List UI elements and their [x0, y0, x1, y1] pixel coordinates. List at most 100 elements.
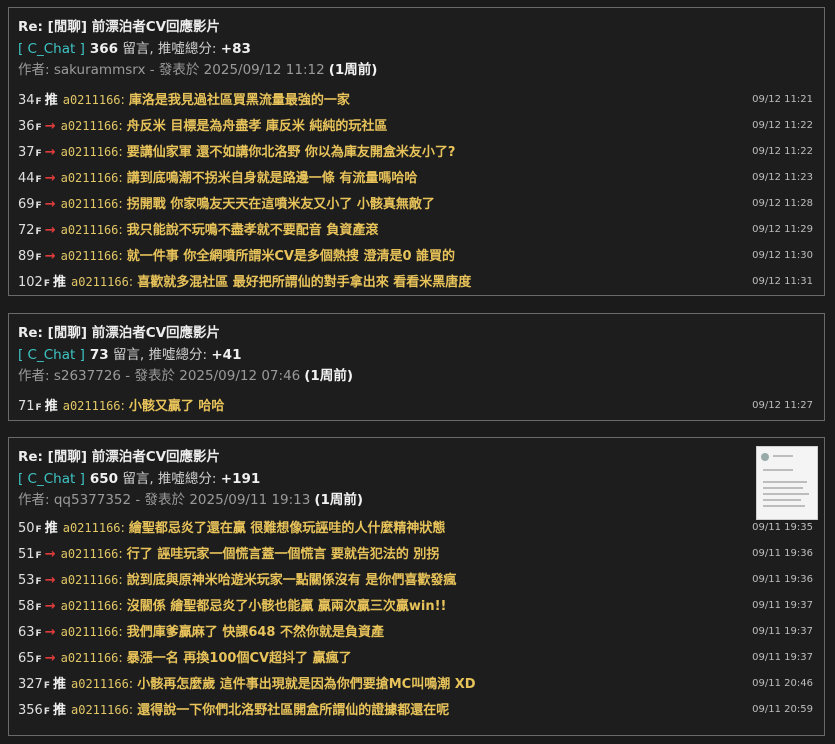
user-id[interactable]: a0211166 — [61, 119, 119, 133]
user-id[interactable]: a0211166 — [61, 547, 119, 561]
thread-card[interactable]: Re: [閒聊] 前漂泊者CV回應影片 [ C_Chat ] 366 留言, 推噓… — [8, 7, 825, 296]
user-id[interactable]: a0211166 — [63, 93, 121, 107]
floor-number[interactable]: 71F — [18, 399, 45, 414]
push-content: 拐開戰 你家鳴友天天在這噴米友又小了 小骸真無敵了 — [126, 197, 435, 212]
user-id[interactable]: a0211166 — [61, 223, 119, 237]
push-time: 09/11 19:35 — [752, 522, 813, 533]
user-id[interactable]: a0211166 — [61, 249, 119, 263]
push-tag: 推 — [52, 275, 66, 290]
author-info: 作者: sakurammsrx - 發表於 2025/09/12 11:12 — [18, 62, 325, 78]
comment-label: 留言, 推噓總分: — [122, 471, 217, 487]
push-time: 09/11 19:37 — [752, 600, 813, 611]
floor-number[interactable]: 72F — [18, 223, 45, 238]
push-time: 09/12 11:27 — [752, 400, 813, 411]
board-tag[interactable]: [ C_Chat ] — [18, 347, 85, 363]
push-tag: → — [44, 197, 56, 212]
push-row: 44F → a0211166: 講到底鳴潮不拐米自身就是路邊一條 有流量嗎哈哈 09/1… — [18, 165, 815, 191]
push-list: 50F 推 a0211166: 繪聖都忌炎了還在贏 很難想像玩誣哇的人什麼精神狀態 09… — [9, 511, 824, 723]
thread-title[interactable]: Re: [閒聊] 前漂泊者CV回應影片 — [18, 322, 815, 344]
push-list: 34F 推 a0211166: 庫洛是我見過社區買黑流量最強的一家 09/12 11:2… — [9, 81, 824, 295]
user-id[interactable]: a0211166 — [61, 625, 119, 639]
thread-card[interactable]: Re: [閒聊] 前漂泊者CV回應影片 [ C_Chat ] 650 留言, 推噓… — [8, 437, 825, 736]
push-tag: 推 — [52, 703, 66, 718]
user-id[interactable]: a0211166 — [63, 399, 121, 413]
board-tag[interactable]: [ C_Chat ] — [18, 471, 85, 487]
push-content: 舟反米 目標是為舟盡孝 庫反米 純純的玩社區 — [126, 119, 388, 134]
push-row: 89F → a0211166: 就一件事 你全網噴所謂米CV是多個熱搜 澄清是0 誰買… — [18, 243, 815, 269]
board-tag[interactable]: [ C_Chat ] — [18, 41, 85, 57]
floor-number[interactable]: 69F — [18, 197, 45, 212]
user-id[interactable]: a0211166 — [61, 171, 119, 185]
comment-label: 留言, 推噓總分: — [112, 347, 208, 363]
push-row: 63F → a0211166: 我們庫爹贏麻了 快課648 不然你就是負資產 09/11… — [18, 619, 815, 645]
push-time: 09/11 19:36 — [752, 548, 813, 559]
push-tag: 推 — [44, 521, 58, 536]
push-time: 09/12 11:30 — [752, 250, 813, 261]
thread-card[interactable]: Re: [閒聊] 前漂泊者CV回應影片 [ C_Chat ] 73 留言, 推噓總… — [8, 313, 825, 421]
score: +41 — [211, 347, 242, 363]
push-row: 53F → a0211166: 說到底與原神米哈遊米玩家一點關係沒有 是你們喜歡發瘋 0… — [18, 567, 815, 593]
push-tag: → — [44, 119, 56, 134]
thread-stats: [ C_Chat ] 73 留言, 推噓總分: +41 — [18, 344, 815, 366]
thread-stats: [ C_Chat ] 366 留言, 推噓總分: +83 — [18, 38, 815, 60]
floor-number[interactable]: 356F — [18, 703, 53, 718]
push-content: 還得說一下你們北洛野社區開盒所謂仙的證據都還在呢 — [137, 703, 450, 718]
push-time: 09/12 11:31 — [752, 276, 813, 287]
push-row: 71F 推 a0211166: 小骸又贏了 哈哈 09/12 11:27 — [18, 393, 815, 419]
push-content: 講到底鳴潮不拐米自身就是路邊一條 有流量嗎哈哈 — [126, 171, 418, 186]
floor-number[interactable]: 50F — [18, 521, 45, 536]
push-content: 小骸再怎麼歲 這件事出現就是因為你們要搶MC叫鳴潮 XD — [137, 677, 476, 692]
user-id[interactable]: a0211166 — [71, 677, 129, 691]
user-id[interactable]: a0211166 — [61, 651, 119, 665]
comment-count: 73 — [89, 347, 109, 363]
user-id[interactable]: a0211166 — [71, 703, 129, 717]
push-content: 行了 誣哇玩家一個慌言蓋一個慌言 要就告犯法的 別拐 — [126, 547, 440, 562]
push-row: 58F → a0211166: 沒關係 繪聖都忌炎了小骸也能贏 贏兩次贏三次贏win!… — [18, 593, 815, 619]
score: +83 — [220, 41, 251, 57]
push-row: 50F 推 a0211166: 繪聖都忌炎了還在贏 很難想像玩誣哇的人什麼精神狀態 09… — [18, 515, 815, 541]
floor-number[interactable]: 51F — [18, 547, 45, 562]
push-tag: → — [44, 599, 56, 614]
user-id[interactable]: a0211166 — [61, 197, 119, 211]
thread-title[interactable]: Re: [閒聊] 前漂泊者CV回應影片 — [18, 16, 815, 38]
push-time: 09/11 19:37 — [752, 652, 813, 663]
floor-number[interactable]: 63F — [18, 625, 45, 640]
user-id[interactable]: a0211166 — [61, 573, 119, 587]
floor-number[interactable]: 37F — [18, 145, 45, 160]
floor-number[interactable]: 65F — [18, 651, 45, 666]
push-tag: → — [44, 223, 56, 238]
thread-thumbnail[interactable] — [756, 446, 818, 520]
author-info: 作者: qq5377352 - 發表於 2025/09/11 19:13 — [18, 492, 311, 508]
push-time: 09/12 11:28 — [752, 198, 813, 209]
floor-number[interactable]: 44F — [18, 171, 45, 186]
push-content: 說到底與原神米哈遊米玩家一點關係沒有 是你們喜歡發瘋 — [126, 573, 457, 588]
push-content: 喜歡就多混社區 最好把所謂仙的對手拿出來 看看米黑唐度 — [137, 275, 472, 290]
push-time: 09/11 19:37 — [752, 626, 813, 637]
push-tag: 推 — [44, 93, 58, 108]
push-content: 我只能說不玩鳴不盡孝就不要配音 負資產滾 — [126, 223, 379, 238]
push-tag: → — [44, 145, 56, 160]
push-time: 09/12 11:22 — [752, 120, 813, 131]
floor-number[interactable]: 89F — [18, 249, 45, 264]
floor-number[interactable]: 58F — [18, 599, 45, 614]
push-tag: → — [44, 249, 56, 264]
push-content: 沒關係 繪聖都忌炎了小骸也能贏 贏兩次贏三次贏win!! — [126, 599, 447, 614]
push-tag: → — [44, 573, 56, 588]
floor-number[interactable]: 36F — [18, 119, 45, 134]
floor-number[interactable]: 102F — [18, 275, 53, 290]
author-line: 作者: s2637726 - 發表於 2025/09/12 07:46 (1周前) — [18, 366, 815, 387]
user-id[interactable]: a0211166 — [63, 521, 121, 535]
floor-number[interactable]: 34F — [18, 93, 45, 108]
push-row: 72F → a0211166: 我只能說不玩鳴不盡孝就不要配音 負資產滾 09/12 1… — [18, 217, 815, 243]
score: +191 — [220, 471, 261, 487]
push-content: 暴漲一名 再換100個CV超抖了 贏瘋了 — [126, 651, 352, 666]
push-tag: → — [44, 171, 56, 186]
floor-number[interactable]: 53F — [18, 573, 45, 588]
push-row: 65F → a0211166: 暴漲一名 再換100個CV超抖了 贏瘋了 09/11 1… — [18, 645, 815, 671]
user-id[interactable]: a0211166 — [61, 145, 119, 159]
user-id[interactable]: a0211166 — [71, 275, 129, 289]
user-id[interactable]: a0211166 — [61, 599, 119, 613]
thread-title[interactable]: Re: [閒聊] 前漂泊者CV回應影片 — [18, 446, 815, 468]
floor-number[interactable]: 327F — [18, 677, 53, 692]
push-tag: → — [44, 625, 56, 640]
